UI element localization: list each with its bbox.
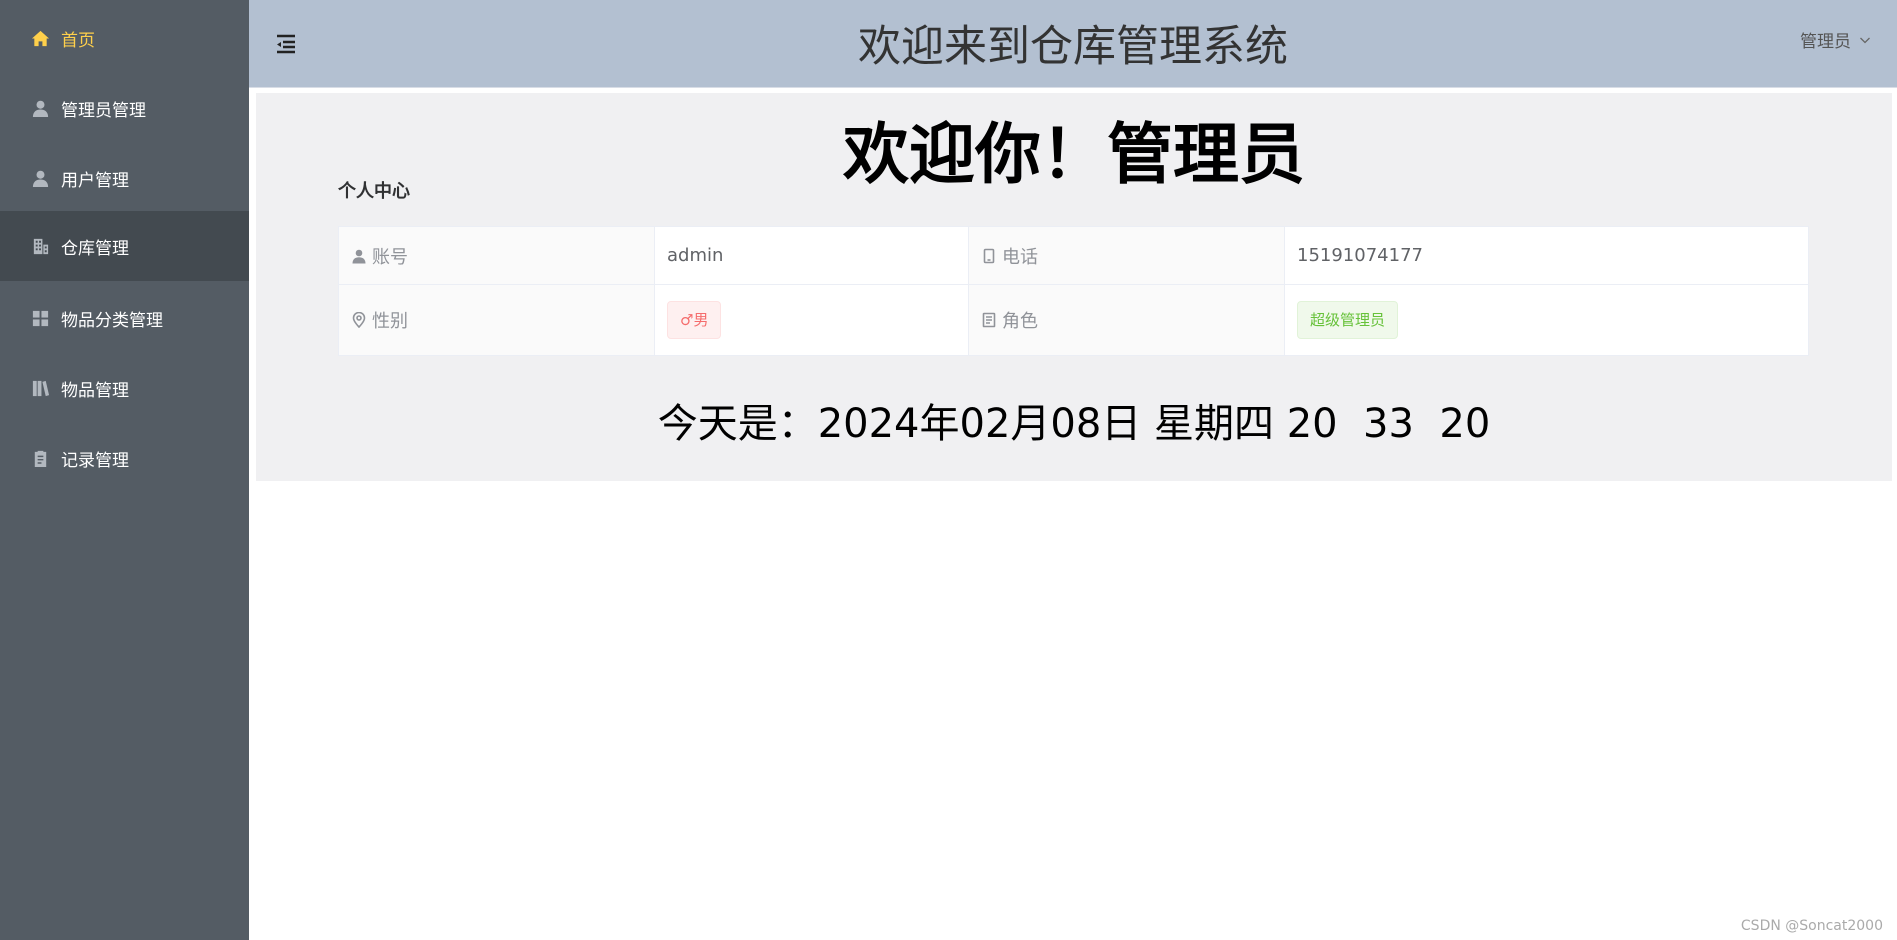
- collection-icon: [30, 378, 50, 398]
- user-icon: [352, 249, 366, 263]
- sidebar-item-label: 用户管理: [61, 170, 129, 191]
- account-label-cell: 账号: [338, 226, 655, 285]
- profile-table: 账号 admin 电话 15191074177 性别 ♂男 角色 超级管理员: [338, 226, 1809, 356]
- sidebar-item-label: 管理员管理: [61, 100, 146, 121]
- building-icon: [30, 236, 50, 256]
- home-icon: [30, 28, 50, 48]
- sidebar-item-label: 记录管理: [61, 450, 129, 471]
- account-label: 账号: [372, 246, 408, 268]
- header-title: 欢迎来到仓库管理系统: [858, 22, 1288, 72]
- sidebar-item-home[interactable]: 首页: [0, 3, 249, 73]
- gender-label: 性别: [372, 311, 408, 332]
- role-label-cell: 角色: [968, 284, 1285, 356]
- sidebar: 首页 管理员管理 用户管理 仓库管理 物品分类管理 物品管理 记录管理: [0, 0, 249, 940]
- gender-value-cell: ♂男: [654, 284, 969, 356]
- account-value: admin: [654, 226, 969, 285]
- role-tag: 超级管理员: [1297, 301, 1399, 339]
- user-icon: [30, 168, 50, 188]
- watermark: CSDN @Soncat2000: [1740, 918, 1883, 934]
- sidebar-item-label: 首页: [61, 30, 95, 51]
- table-row: 性别 ♂男 角色 超级管理员: [338, 284, 1809, 356]
- user-icon: [30, 98, 50, 118]
- table-row: 账号 admin 电话 15191074177: [338, 226, 1809, 285]
- sidebar-item-admin-management[interactable]: 管理员管理: [0, 73, 249, 143]
- sidebar-item-user-management[interactable]: 用户管理: [0, 143, 249, 213]
- today-datetime: 今天是：2024年02月08日 星期四 20 33 20: [657, 401, 1491, 447]
- gender-tag: ♂男: [667, 301, 722, 339]
- user-dropdown-label: 管理员: [1800, 32, 1851, 52]
- sidebar-item-label: 物品分类管理: [61, 310, 163, 331]
- phone-label: 电话: [1002, 246, 1038, 268]
- user-dropdown[interactable]: 管理员: [1800, 27, 1871, 52]
- welcome-heading: 欢迎你！管理员: [843, 116, 1305, 193]
- role-value-cell: 超级管理员: [1284, 284, 1809, 356]
- phone-value: 15191074177: [1284, 226, 1809, 285]
- grid-icon: [30, 308, 50, 328]
- role-label: 角色: [1002, 311, 1038, 332]
- sidebar-item-record-management[interactable]: 记录管理: [0, 423, 249, 493]
- mobile-phone-icon: [983, 248, 995, 263]
- document-icon: [982, 312, 996, 328]
- sidebar-item-warehouse-management[interactable]: 仓库管理: [0, 211, 249, 281]
- sidebar-item-label: 仓库管理: [61, 238, 129, 259]
- chevron-down-icon: [1860, 37, 1870, 43]
- main-panel: 欢迎你！管理员 个人中心 账号 admin 电话 15191074177 性别 …: [256, 93, 1892, 481]
- gender-label-cell: 性别: [338, 284, 655, 356]
- sidebar-item-goods-management[interactable]: 物品管理: [0, 353, 249, 423]
- sidebar-item-category-management[interactable]: 物品分类管理: [0, 283, 249, 353]
- section-title: 个人中心: [338, 181, 410, 202]
- top-header: 欢迎来到仓库管理系统 管理员: [249, 0, 1897, 88]
- clipboard-icon: [30, 448, 50, 468]
- phone-label-cell: 电话: [968, 226, 1285, 285]
- location-icon: [352, 312, 366, 328]
- sidebar-item-label: 物品管理: [61, 380, 129, 401]
